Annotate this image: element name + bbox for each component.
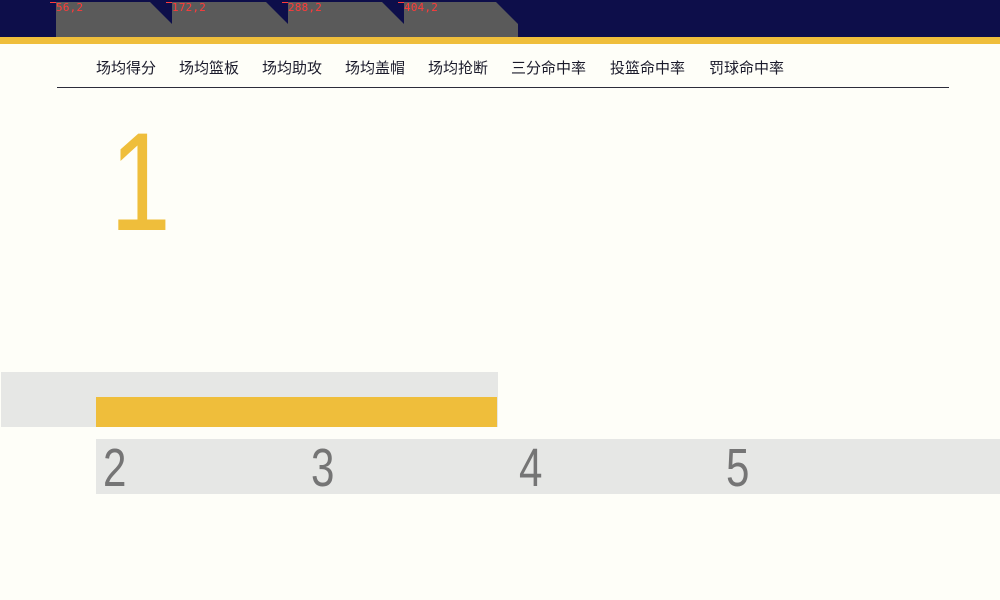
rank-number-4[interactable]: 4	[519, 439, 542, 497]
rank-number-2[interactable]: 2	[103, 439, 126, 497]
nav-item-three-pct[interactable]: 三分命中率	[511, 57, 586, 79]
other-ranks-row: 2 3 4 5	[96, 439, 1000, 497]
nav-item-steals[interactable]: 场均抢断	[428, 57, 488, 79]
rank-number-3[interactable]: 3	[311, 439, 334, 497]
tab-coord-label: 404,2	[404, 1, 439, 14]
header-accent-stripe	[0, 37, 1000, 44]
nav-item-fg-pct[interactable]: 投篮命中率	[610, 57, 685, 79]
tab-coord-label: 172,2	[172, 1, 207, 14]
rank-number-5[interactable]: 5	[726, 439, 749, 497]
nav-item-ft-pct[interactable]: 罚球命中率	[709, 57, 784, 79]
stat-category-nav: 场均得分 场均篮板 场均助攻 场均盖帽 场均抢断 三分命中率 投篮命中率 罚球命…	[57, 48, 949, 88]
nav-item-blocks[interactable]: 场均盖帽	[345, 57, 405, 79]
leader-rank-number: 1	[110, 103, 171, 260]
nav-item-rebounds[interactable]: 场均篮板	[179, 57, 239, 79]
tab-coord-label: 56,2	[56, 1, 84, 14]
nav-item-assists[interactable]: 场均助攻	[262, 57, 322, 79]
nav-item-points[interactable]: 场均得分	[96, 57, 156, 79]
tab-coord-label: 288,2	[288, 1, 323, 14]
leader-stat-bar-fill	[96, 397, 497, 427]
header-tabs: 56,2 172,2 288,2 404,2	[0, 0, 1000, 37]
